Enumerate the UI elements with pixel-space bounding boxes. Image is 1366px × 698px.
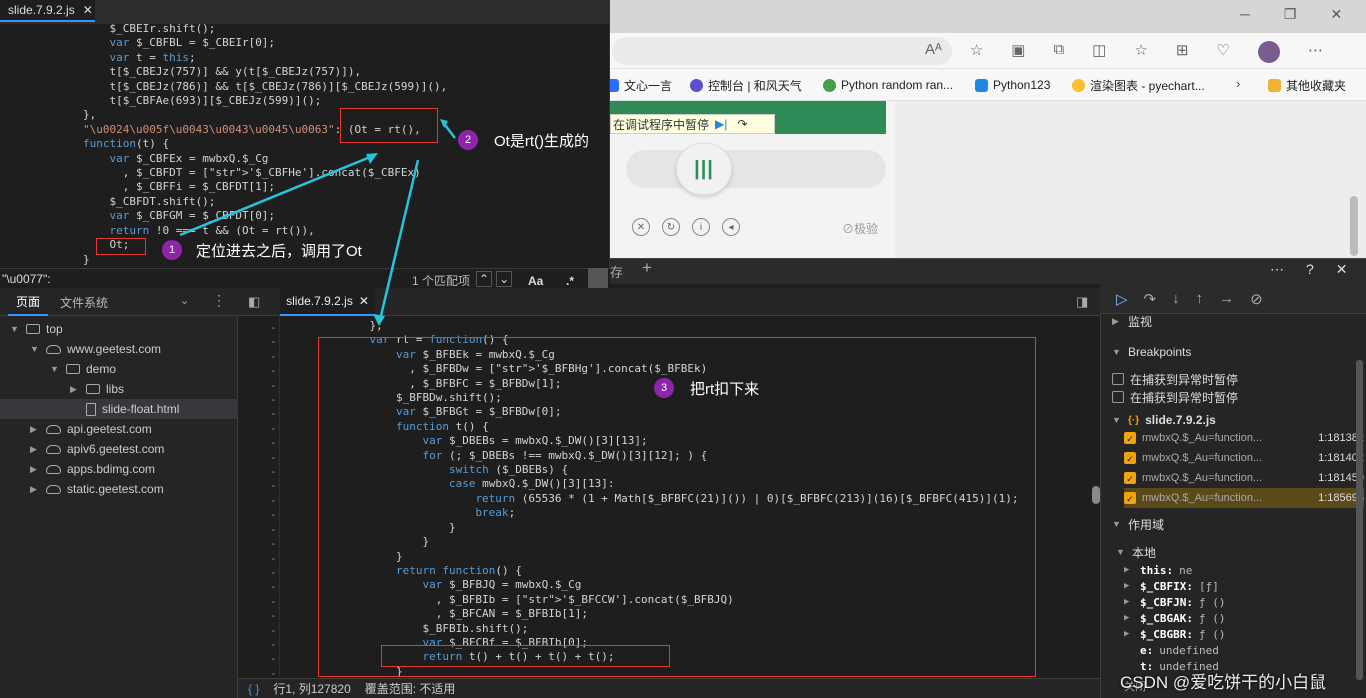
arrow-3 — [378, 159, 420, 321]
watermark: CSDN @爱吃饼干的小白鼠 — [1120, 673, 1327, 692]
arrow-1 — [179, 153, 376, 237]
annotation-note-3: 把rt扣下来 — [682, 374, 768, 403]
annotation-note-2: Ot是rt()生成的 — [488, 128, 595, 153]
annotation-note-1: 定位进去之后，调用了Ot — [190, 238, 368, 263]
arrow-2 — [444, 124, 456, 139]
annotation-arrows — [179, 119, 456, 326]
arrow-3-head — [373, 314, 385, 326]
annotation-badge-3: 3 — [654, 378, 674, 398]
annotation-badge-1: 1 — [162, 240, 182, 260]
annotation-badge-2: 2 — [458, 130, 478, 150]
